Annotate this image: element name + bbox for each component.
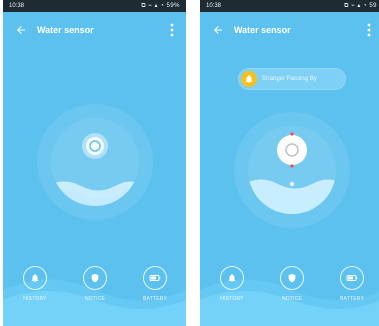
nav-label: HISTORY: [220, 296, 244, 302]
notice-button[interactable]: [83, 266, 107, 290]
battery-icon: [346, 275, 358, 281]
sensor-illustration: [248, 132, 336, 214]
nav-battery[interactable]: BATTERY: [135, 266, 175, 316]
more-menu-button[interactable]: [166, 22, 178, 38]
notice-button[interactable]: [280, 266, 304, 290]
status-icons: ⧉ ⌁ ▴ ◔ 59: [344, 3, 377, 9]
bottom-actions: HISTORY NOTICE BATTERY: [200, 266, 379, 316]
alert-bell-icon: [241, 71, 257, 87]
water-sensor-screen: 10:38 ⧉ ⌁ ▴ ◔ 59% Water sensor HISTORY N…: [3, 0, 186, 326]
nav-history[interactable]: HISTORY: [212, 266, 252, 316]
nav-notice[interactable]: NOTICE: [272, 266, 312, 316]
back-button[interactable]: [13, 22, 29, 38]
more-vert-icon: [170, 23, 174, 37]
event-banner[interactable]: Stranger Passing By: [238, 68, 346, 90]
nav-battery[interactable]: BATTERY: [332, 266, 372, 316]
more-menu-button[interactable]: [363, 22, 375, 38]
arrow-left-icon: [214, 26, 222, 34]
app-bar: Water sensor: [200, 12, 379, 48]
back-button[interactable]: [210, 22, 226, 38]
nav-history[interactable]: HISTORY: [15, 266, 55, 316]
status-bar: 10:38 ⧉ ⌁ ▴ ◔ 59%: [3, 0, 186, 12]
bell-icon: [31, 274, 39, 283]
history-button[interactable]: [220, 266, 244, 290]
status-bar: 10:38 ⧉ ⌁ ▴ ◔ 59: [200, 0, 379, 12]
battery-button[interactable]: [340, 266, 364, 290]
sensor-illustration: [51, 133, 139, 206]
status-icons: ⧉ ⌁ ▴ ◔ 59%: [141, 3, 180, 9]
sensor-visual: [37, 104, 153, 220]
shield-icon: [91, 273, 99, 283]
bottom-actions: HISTORY NOTICE BATTERY: [3, 266, 186, 316]
more-vert-icon: [367, 23, 371, 37]
shield-icon: [288, 273, 296, 283]
arrow-left-icon: [17, 26, 25, 34]
nav-label: NOTICE: [84, 296, 106, 302]
bell-icon: [245, 75, 253, 84]
app-bar: Water sensor: [3, 12, 186, 48]
nav-label: BATTERY: [340, 296, 364, 302]
page-title: Water sensor: [234, 25, 291, 35]
nav-notice[interactable]: NOTICE: [75, 266, 115, 316]
history-button[interactable]: [23, 266, 47, 290]
bell-icon: [228, 274, 236, 283]
nav-label: NOTICE: [281, 296, 303, 302]
status-time: 10:38: [206, 3, 222, 9]
sensor-visual: [234, 112, 350, 228]
battery-icon: [149, 275, 161, 281]
nav-label: HISTORY: [23, 296, 47, 302]
banner-text: Stranger Passing By: [262, 76, 317, 82]
battery-button[interactable]: [143, 266, 167, 290]
water-sensor-screen: 10:38 ⧉ ⌁ ▴ ◔ 59 Water sensor Stranger P…: [200, 0, 379, 326]
page-title: Water sensor: [37, 25, 94, 35]
nav-label: BATTERY: [143, 296, 167, 302]
status-time: 10:38: [9, 3, 25, 9]
